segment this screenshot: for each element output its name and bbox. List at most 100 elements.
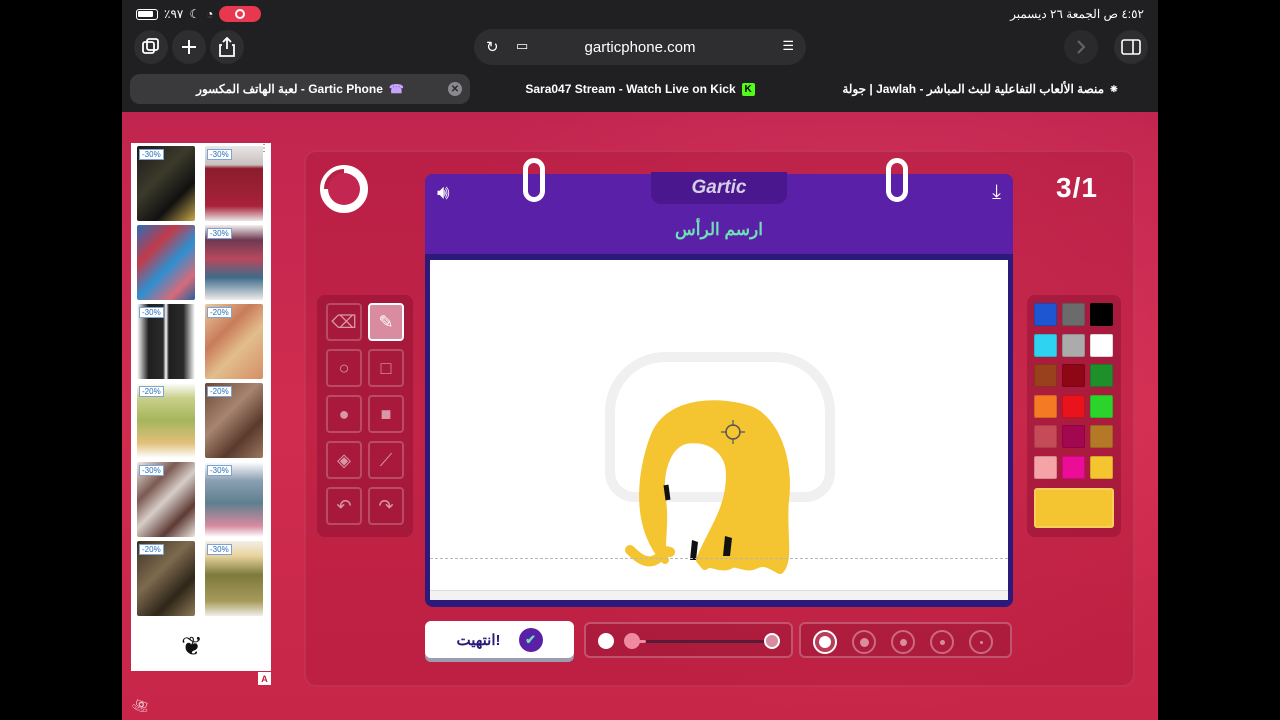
sidebar-icon[interactable] xyxy=(1114,30,1148,64)
game-page: ⓘ ⋮ -30% -30% -30% -30% -20% -20% -20% -… xyxy=(122,112,1158,720)
phone-favicon-icon: ☎ xyxy=(388,82,404,96)
color-swatch[interactable] xyxy=(1062,333,1085,357)
color-swatch[interactable] xyxy=(1090,303,1113,326)
opacity-max-icon xyxy=(764,633,780,649)
fill-bucket-tool-icon[interactable]: ◈ xyxy=(326,441,362,479)
brush-size-option[interactable] xyxy=(969,630,993,654)
color-swatch[interactable] xyxy=(1034,456,1057,479)
color-swatch[interactable] xyxy=(1090,364,1113,388)
tabs-overview-icon[interactable] xyxy=(134,30,168,64)
ad-discount-badge: -20% xyxy=(139,386,164,397)
color-swatch[interactable] xyxy=(1034,364,1057,388)
round-counter: 3/1 xyxy=(1056,172,1098,203)
new-tab-icon[interactable] xyxy=(172,30,206,64)
ellipse-fill-tool-icon[interactable]: ● xyxy=(326,395,362,433)
eraser-tool-icon[interactable]: ⌫ xyxy=(326,303,362,341)
ad-discount-badge: -30% xyxy=(207,465,232,476)
line-tool-icon[interactable]: ⟋ xyxy=(368,441,404,479)
jawlah-favicon-icon: ❋ xyxy=(1110,83,1118,94)
ad-product[interactable]: -20% xyxy=(137,383,195,458)
undo-icon[interactable]: ↶ xyxy=(326,487,362,525)
reload-icon[interactable]: ↻ xyxy=(486,38,499,56)
pen-tool-icon[interactable]: ✎ xyxy=(368,303,404,341)
color-swatch[interactable] xyxy=(1034,394,1057,418)
color-swatch[interactable] xyxy=(1062,394,1085,418)
reader-icon[interactable]: ▭ xyxy=(516,38,528,54)
notebook-ring xyxy=(523,158,545,202)
tool-palette: ⌫ ✎ ○ □ ● ■ ◈ ⟋ ↶ ↷ xyxy=(317,295,413,537)
battery-level: ٪٩٧ xyxy=(164,7,184,21)
tab-close-icon[interactable]: ✕ xyxy=(448,82,462,96)
rectangle-outline-tool-icon[interactable]: □ xyxy=(368,349,404,387)
color-swatch[interactable] xyxy=(1090,394,1113,418)
ad-product[interactable]: -30% xyxy=(137,146,195,221)
color-swatch[interactable] xyxy=(1062,425,1085,449)
ad-banner[interactable]: ⓘ ⋮ -30% -30% -30% -30% -20% -20% -20% -… xyxy=(131,143,271,671)
color-swatch[interactable] xyxy=(1034,425,1057,449)
done-label: انتهيت! xyxy=(456,631,501,649)
ad-discount-badge: -30% xyxy=(207,544,232,555)
check-icon: ✔ xyxy=(518,627,543,652)
ellipse-outline-tool-icon[interactable]: ○ xyxy=(326,349,362,387)
done-button[interactable]: انتهيت! ✔ xyxy=(425,621,574,658)
color-swatch[interactable] xyxy=(1090,425,1113,449)
slider-track[interactable] xyxy=(632,640,772,643)
wifi-icon: ◔ xyxy=(206,7,214,21)
opacity-min-icon xyxy=(598,633,614,649)
ad-product[interactable]: -20% xyxy=(137,541,195,616)
forward-icon[interactable] xyxy=(1064,30,1098,64)
battery-icon xyxy=(136,8,158,20)
rectangle-fill-tool-icon[interactable]: ■ xyxy=(368,395,404,433)
ad-product[interactable]: -30% xyxy=(205,146,263,221)
drawing-strokes xyxy=(625,400,790,574)
ad-product[interactable]: -30% xyxy=(205,225,263,300)
screen-record-icon[interactable] xyxy=(219,6,262,22)
brush-size-option[interactable] xyxy=(852,630,876,654)
ad-discount-badge: -20% xyxy=(207,386,232,397)
opacity-slider[interactable] xyxy=(584,622,793,658)
guide-line xyxy=(430,558,1008,559)
share-icon[interactable] xyxy=(210,30,244,64)
phone-icon: ☏ xyxy=(129,695,152,717)
tab-grid-icon[interactable]: ☰ xyxy=(782,38,794,54)
slider-handle[interactable] xyxy=(624,633,640,649)
color-swatch[interactable] xyxy=(1034,333,1057,357)
ad-product[interactable]: -30% xyxy=(137,462,195,537)
tab-kick-label: Sara047 Stream - Watch Live on Kick xyxy=(525,82,736,96)
redo-icon[interactable]: ↷ xyxy=(368,487,404,525)
tab-gartic-label: لعبة الهاتف المكسور - Gartic Phone xyxy=(196,82,383,96)
drawing-canvas[interactable] xyxy=(430,260,1008,590)
color-swatch[interactable] xyxy=(1090,456,1113,479)
color-swatch[interactable] xyxy=(1090,333,1113,357)
tab-jawlah[interactable]: جولة | Jawlah - منصة الألعاب التفاعلية ل… xyxy=(810,74,1150,104)
ad-discount-badge: -20% xyxy=(139,544,164,555)
ad-product[interactable]: -20% xyxy=(205,304,263,379)
brush-size-option[interactable] xyxy=(930,630,954,654)
url-bar[interactable]: ↻ ▭ garticphone.com ☰ xyxy=(474,29,806,65)
ad-choices-icon[interactable]: A xyxy=(258,672,271,685)
notebook-pages xyxy=(430,590,1008,600)
ad-product[interactable]: -20% xyxy=(205,383,263,458)
color-swatch[interactable] xyxy=(1062,456,1085,479)
tab-jawlah-label: جولة | Jawlah - منصة الألعاب التفاعلية ل… xyxy=(842,82,1105,96)
brand-logo-icon[interactable]: ❦ xyxy=(181,631,203,662)
color-swatch[interactable] xyxy=(1062,364,1085,388)
ad-product[interactable] xyxy=(137,225,195,300)
sound-icon[interactable]: 🔊︎ xyxy=(437,182,450,205)
drawing-notebook: Gartic 🔊︎ ⤓ ارسم الرأس xyxy=(425,158,1013,607)
tab-kick[interactable]: Sara047 Stream - Watch Live on Kick K xyxy=(470,74,810,104)
color-palette xyxy=(1027,295,1121,537)
timer-icon xyxy=(320,165,368,213)
notebook-header: Gartic 🔊︎ ⤓ ارسم الرأس xyxy=(425,172,1013,254)
ad-product[interactable]: -30% xyxy=(205,462,263,537)
brush-size-option[interactable] xyxy=(891,630,915,654)
ad-product[interactable]: -30% xyxy=(137,304,195,379)
tab-gartic[interactable]: لعبة الهاتف المكسور - Gartic Phone ☎ ✕ xyxy=(130,74,470,104)
color-swatch[interactable] xyxy=(1034,303,1057,326)
brush-size-option[interactable] xyxy=(813,630,837,654)
download-icon[interactable]: ⤓ xyxy=(992,181,1001,204)
color-swatch[interactable] xyxy=(1062,303,1085,326)
status-left: ٪٩٧ ☾ ◔ xyxy=(136,6,262,22)
ad-product[interactable]: -30% xyxy=(205,541,263,616)
status-time-date: ٤:٥٢ ص الجمعة ٢٦ ديسمبر xyxy=(1010,7,1144,21)
